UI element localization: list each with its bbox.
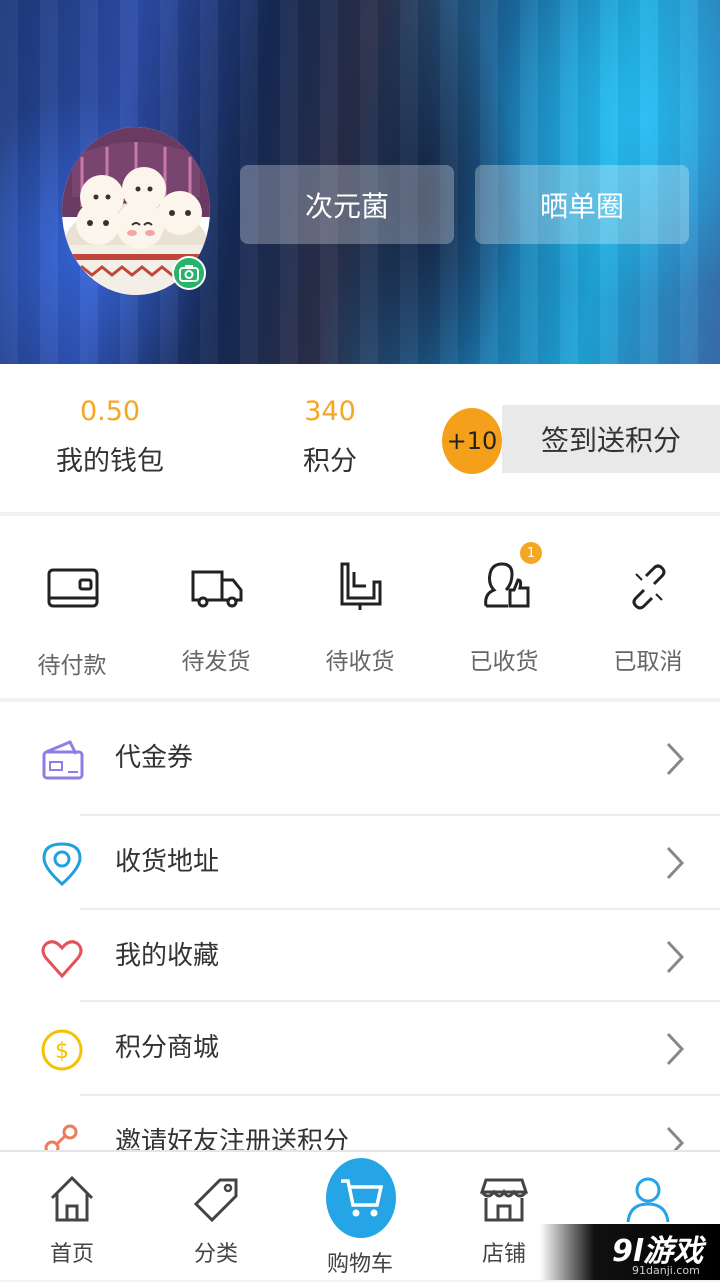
order-label: 待付款 — [37, 653, 107, 679]
tab-label: 购物车 — [326, 1252, 393, 1277]
order-label: 已收货 — [469, 649, 539, 675]
person-icon — [626, 1177, 670, 1223]
watermark-url: 91danji.com — [632, 1264, 700, 1277]
tag-icon — [193, 1178, 238, 1223]
profile-header: 次元菌 晒单圈 — [0, 0, 720, 364]
order-received[interactable]: 1 已收货 — [432, 516, 576, 698]
menu-item-coupon[interactable]: 代金券 — [0, 712, 720, 805]
menu-label: 我的收藏 — [115, 941, 220, 971]
menu-label: 收货地址 — [115, 847, 220, 877]
chevron-right-icon — [666, 1126, 685, 1152]
points-label: 积分 — [303, 446, 357, 477]
order-pending-payment[interactable]: 待付款 — [0, 516, 144, 698]
order-pending-shipment[interactable]: 待发货 — [144, 516, 288, 698]
checkin-button[interactable]: 签到送积分 — [502, 405, 720, 473]
ciyuanjun-button[interactable]: 次元菌 — [240, 165, 454, 244]
heart-icon — [41, 940, 83, 979]
points-value: 340 — [304, 396, 356, 427]
order-cancelled[interactable]: 已取消 — [576, 516, 720, 698]
tab-label: 分类 — [193, 1242, 238, 1267]
cart-icon — [341, 1179, 383, 1217]
menu-item-favorites[interactable]: 我的收藏 — [0, 910, 720, 1003]
chevron-right-icon — [666, 1032, 685, 1066]
order-label: 待发货 — [181, 649, 251, 675]
wallet-label: 我的钱包 — [56, 446, 164, 477]
wallet-card-icon — [47, 568, 99, 608]
wallet-value: 0.50 — [79, 396, 141, 427]
camera-icon[interactable] — [172, 256, 206, 290]
stats-bar: 0.50 我的钱包 340 积分 +10 签到送积分 — [0, 364, 720, 512]
bonus-badge: +10 — [442, 408, 502, 474]
thumbs-up-user-icon — [484, 562, 530, 608]
svg-text:$: $ — [55, 1039, 69, 1064]
menu-list: 代金券 收货地址 我的收藏 $ 积分商城 邀请好友注册送积分 — [0, 702, 720, 1152]
dollar-coin-icon: $ — [41, 1029, 83, 1071]
menu-item-invite[interactable]: 邀请好友注册送积分 — [0, 1096, 720, 1152]
tab-label: 首页 — [49, 1242, 94, 1267]
menu-item-points-mall[interactable]: $ 积分商城 — [0, 1002, 720, 1095]
chevron-right-icon — [666, 742, 685, 776]
store-icon — [480, 1178, 528, 1222]
tab-home[interactable]: 首页 — [0, 1152, 144, 1282]
order-label: 已取消 — [613, 649, 683, 675]
share-icon — [44, 1124, 78, 1152]
tab-category[interactable]: 分类 — [144, 1152, 288, 1282]
wallet-stat[interactable]: 0.50 我的钱包 — [20, 364, 200, 478]
menu-item-address[interactable]: 收货地址 — [0, 816, 720, 909]
chevron-right-icon — [666, 846, 685, 880]
truck-icon — [191, 570, 243, 608]
order-pending-receipt[interactable]: 待收货 — [288, 516, 432, 698]
coupon-icon — [42, 740, 84, 780]
order-badge: 1 — [520, 542, 542, 564]
order-label: 待收货 — [325, 649, 395, 675]
broken-link-icon — [632, 564, 666, 610]
home-icon — [50, 1175, 94, 1222]
points-stat[interactable]: 340 积分 — [260, 364, 400, 478]
location-pin-icon — [42, 842, 82, 886]
clock-box-icon — [340, 562, 382, 610]
shaidanquan-button[interactable]: 晒单圈 — [475, 165, 689, 244]
chevron-right-icon — [666, 940, 685, 974]
menu-label: 邀请好友注册送积分 — [115, 1127, 350, 1152]
menu-label: 代金券 — [115, 743, 194, 773]
cart-button[interactable] — [326, 1158, 396, 1238]
menu-label: 积分商城 — [115, 1033, 220, 1063]
order-status-row: 待付款 待发货 待收货 1 已收货 已取消 — [0, 516, 720, 698]
